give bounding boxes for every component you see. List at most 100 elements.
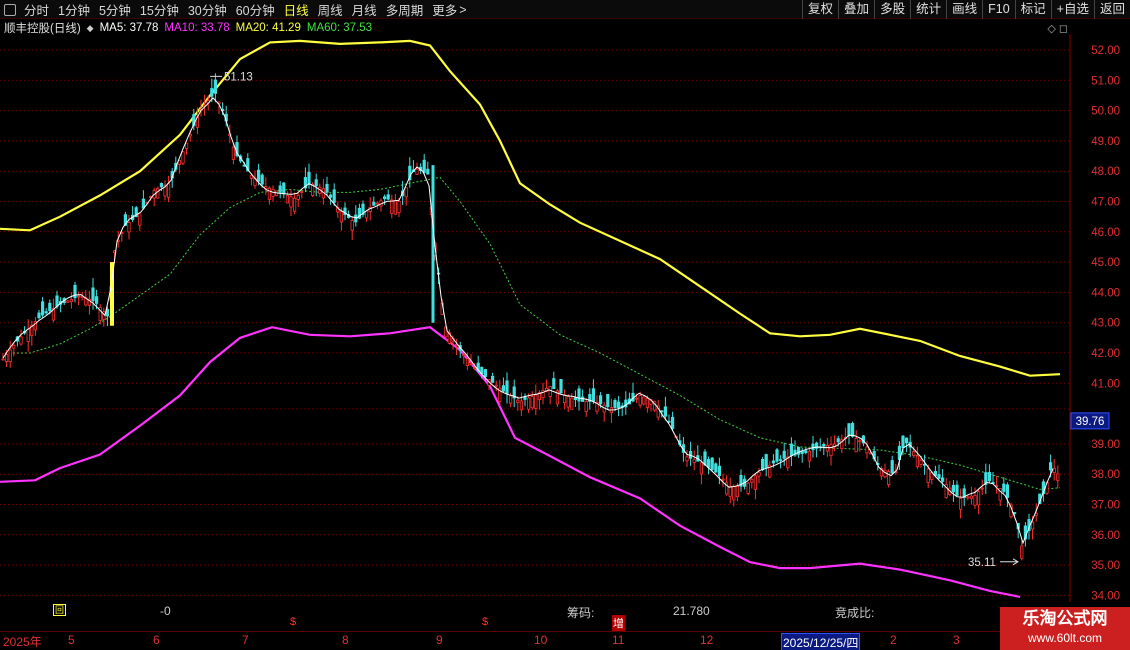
price-tick-label: 36.00	[1091, 530, 1120, 542]
candle-body	[890, 460, 894, 474]
pin-icon[interactable]	[4, 3, 16, 16]
candle-body	[501, 385, 506, 392]
price-tick-label: 44.00	[1091, 287, 1120, 299]
square-icon[interactable]: 回	[53, 604, 67, 616]
candle-body	[397, 200, 401, 213]
candle-body	[548, 386, 552, 397]
candle-body	[591, 388, 596, 402]
bid-ratio-label: 竞成比:	[835, 606, 875, 620]
period-tab[interactable]: 月线	[352, 0, 377, 19]
candle-body	[69, 298, 73, 303]
candle-body	[800, 450, 804, 454]
candle-body	[527, 397, 531, 410]
candle-body	[12, 345, 16, 349]
increase-badge: 增	[612, 615, 625, 631]
action-button[interactable]: 复权	[802, 0, 838, 19]
candle-body	[977, 491, 981, 506]
candle-body	[660, 410, 664, 413]
candle-body	[797, 446, 801, 455]
period-tab[interactable]: 1分钟	[58, 0, 90, 19]
candle-body	[390, 199, 394, 214]
price-tick-label: 43.00	[1091, 318, 1120, 330]
current-price-label: 39.76	[1076, 416, 1105, 428]
candle-body	[300, 191, 304, 194]
candle-body	[282, 182, 286, 195]
candle-body	[854, 438, 858, 453]
candle-body	[415, 168, 419, 175]
candle-body	[184, 142, 189, 149]
action-button[interactable]: +自选	[1050, 0, 1094, 19]
ma5-label: MA5: 37.78	[99, 22, 159, 34]
candle-body	[44, 311, 48, 314]
period-tab[interactable]: 60分钟	[236, 0, 275, 19]
candle-body	[710, 457, 714, 470]
candle-body	[1020, 545, 1024, 559]
candle-body	[552, 378, 556, 390]
candle-body	[166, 183, 171, 198]
candle-body	[5, 354, 9, 362]
candle-body	[181, 151, 185, 164]
candle-body	[469, 362, 473, 365]
candle-body	[606, 393, 610, 408]
action-button[interactable]: 统计	[910, 0, 946, 19]
chips-value: 21.780	[673, 604, 710, 618]
candle-body	[923, 463, 927, 466]
candle-body	[671, 416, 675, 429]
candle-body	[490, 375, 495, 383]
period-tab[interactable]: 5分钟	[99, 0, 131, 19]
high-annotation: 51.13	[224, 71, 253, 83]
kline-chart[interactable]: 52.00 51.00 50.00 49.00 48.00 47.00 46.00 45.00…	[0, 34, 1130, 602]
date-label: 6	[153, 633, 160, 647]
candle-body	[1031, 521, 1035, 530]
candle-body	[516, 399, 520, 403]
candle-body	[422, 159, 426, 173]
period-tab[interactable]: 更多	[432, 0, 457, 19]
date-label: 10	[534, 633, 548, 647]
candle-body	[577, 388, 581, 402]
chevron-right-icon[interactable]: >	[459, 3, 466, 17]
indicator-icon[interactable]: ◆	[87, 23, 94, 34]
candle-body	[779, 459, 783, 461]
action-button[interactable]: 叠加	[838, 0, 874, 19]
action-button[interactable]: 标记	[1014, 0, 1051, 19]
period-tab[interactable]: 多周期	[386, 0, 424, 19]
action-button[interactable]: 多股	[874, 0, 910, 19]
candle-body	[707, 459, 711, 468]
ma10-label: MA10: 33.78	[164, 22, 230, 34]
candle-body	[213, 79, 217, 94]
price-tick-label: 48.00	[1091, 166, 1120, 178]
candle-body	[332, 189, 336, 203]
period-tab[interactable]: 15分钟	[140, 0, 179, 19]
action-button[interactable]: 画线	[946, 0, 982, 19]
candle-body	[955, 484, 959, 496]
candle-body	[951, 484, 956, 493]
period-tab[interactable]: 周线	[318, 0, 343, 19]
candle-body	[851, 423, 855, 437]
candle-body	[1005, 484, 1010, 498]
period-tab[interactable]: 日线	[284, 0, 309, 19]
candle-body	[804, 450, 808, 454]
candle-body	[811, 443, 815, 451]
price-tick-label: 49.00	[1091, 136, 1120, 148]
period-tab[interactable]: 30分钟	[188, 0, 227, 19]
candle-body	[865, 446, 869, 454]
date-label: 9	[436, 633, 443, 647]
candle-body	[973, 495, 977, 506]
candle-body	[156, 187, 160, 199]
candle-body	[48, 302, 52, 312]
candle-body	[782, 450, 786, 459]
candle-body	[757, 471, 761, 477]
candle-body	[980, 487, 984, 490]
candle-body	[505, 380, 509, 395]
candle-body	[642, 396, 646, 405]
candle-body	[822, 443, 826, 447]
candle-body	[761, 458, 765, 470]
indicator-legend: 顺丰控股(日线) ◆ MA5: 37.78 MA10: 33.78 MA20: …	[4, 21, 378, 35]
candle-body	[728, 485, 732, 497]
period-tab[interactable]: 分时	[24, 0, 49, 19]
action-button[interactable]: 返回	[1093, 0, 1130, 19]
candle-body	[570, 397, 574, 410]
action-button[interactable]: F10	[982, 0, 1015, 19]
candle-body	[8, 349, 12, 362]
candle-body	[912, 451, 916, 457]
